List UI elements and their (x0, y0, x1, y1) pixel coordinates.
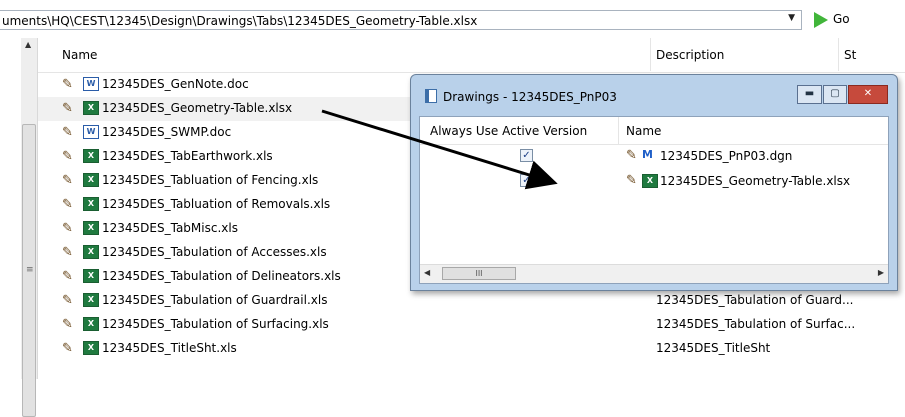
file-name: 12345DES_Tabulation of Surfacing.xls (102, 317, 329, 331)
file-name: 12345DES_Tabluation of Fencing.xls (102, 173, 319, 187)
pencil-icon: ✎ (62, 245, 73, 260)
excel-file-icon: X (83, 149, 99, 163)
file-name: 12345DES_Geometry-Table.xlsx (102, 101, 293, 115)
excel-file-icon: X (83, 317, 99, 331)
dialog-window-icon (425, 89, 437, 103)
scroll-grip-icon: ≡ (26, 265, 34, 275)
excel-file-icon: X (83, 269, 99, 283)
maximize-button[interactable]: ▢ (823, 85, 847, 104)
pencil-icon: ✎ (62, 317, 73, 332)
file-description: 12345DES_TitleSht (656, 341, 771, 355)
address-path: uments\HQ\CEST\12345\Design\Drawings\Tab… (2, 14, 478, 28)
excel-file-icon: X (83, 293, 99, 307)
address-dropdown-icon[interactable]: ▼ (788, 13, 795, 23)
excel-file-icon: X (83, 221, 99, 235)
file-description: 12345DES_Tabulation of Surfac... (656, 317, 856, 331)
pencil-icon: ✎ (62, 341, 73, 356)
excel-file-icon: X (83, 173, 99, 187)
file-row[interactable]: ✎ X 12345DES_Tabulation of Guardrail.xls (38, 289, 598, 313)
excel-file-icon: X (83, 341, 99, 355)
column-divider[interactable] (838, 38, 839, 71)
pencil-icon: ✎ (62, 101, 73, 116)
column-header-name[interactable]: Name (626, 124, 661, 138)
dialog-list-header: Always Use Active Version Name (420, 117, 888, 145)
dialog-list: Always Use Active Version Name ✓ ✎ M 123… (419, 116, 889, 284)
pencil-icon: ✎ (62, 269, 73, 284)
file-name: 12345DES_Tabulation of Guardrail.xls (102, 293, 328, 307)
dialog-title: Drawings - 12345DES_PnP03 (443, 90, 617, 104)
drawings-dialog: Drawings - 12345DES_PnP03 ▬ ▢ ✕ Always U… (410, 74, 898, 291)
file-name: 12345DES_GenNote.doc (102, 77, 249, 91)
active-version-checkbox[interactable]: ✓ (520, 149, 533, 162)
go-button[interactable]: Go (806, 9, 864, 31)
pencil-icon: ✎ (62, 197, 73, 212)
active-version-checkbox[interactable]: ✓ (520, 174, 533, 187)
column-header-status[interactable]: St (844, 48, 856, 62)
address-bar-row: uments\HQ\CEST\12345\Design\Drawings\Tab… (0, 0, 905, 38)
scroll-thumb[interactable]: III (442, 267, 516, 280)
pencil-icon: ✎ (62, 125, 73, 140)
pencil-icon: ✎ (62, 293, 73, 308)
excel-file-icon: X (83, 101, 99, 115)
word-file-icon: W (83, 125, 99, 139)
file-description: 12345DES_Tabulation of Guard... (656, 293, 854, 307)
scroll-thumb[interactable]: ≡ (22, 124, 36, 417)
file-name: 12345DES_TabEarthwork.xls (102, 149, 273, 163)
pencil-icon: ✎ (626, 148, 637, 163)
microstation-dgn-icon: M (642, 148, 653, 161)
file-name: 12345DES_TabMisc.xls (102, 221, 238, 235)
go-arrow-icon (814, 12, 828, 28)
pencil-icon: ✎ (62, 221, 73, 236)
file-name: 12345DES_Tabulation of Delineators.xls (102, 269, 341, 283)
file-name: 12345DES_Tabulation of Accesses.xls (102, 245, 327, 259)
dialog-item-name[interactable]: 12345DES_PnP03.dgn (660, 149, 792, 163)
excel-file-icon: X (83, 197, 99, 211)
column-header-active-version[interactable]: Always Use Active Version (430, 124, 587, 138)
scroll-left-icon[interactable]: ◀ (424, 268, 430, 277)
pencil-icon: ✎ (626, 173, 637, 188)
go-label: Go (833, 12, 850, 26)
address-input[interactable]: uments\HQ\CEST\12345\Design\Drawings\Tab… (0, 10, 802, 30)
horizontal-scrollbar[interactable]: ◀ III ▶ (420, 264, 888, 283)
dialog-item-name[interactable]: 12345DES_Geometry-Table.xlsx (660, 174, 850, 188)
file-row[interactable]: ✎ X 12345DES_Tabulation of Surfacing.xls (38, 313, 598, 337)
pencil-icon: ✎ (62, 77, 73, 92)
column-divider[interactable] (650, 38, 651, 71)
minimize-button[interactable]: ▬ (797, 85, 822, 104)
excel-file-icon: X (83, 245, 99, 259)
file-name: 12345DES_Tabluation of Removals.xls (102, 197, 331, 211)
scroll-up-icon[interactable]: ▲ (25, 40, 31, 49)
column-header-description[interactable]: Description (656, 48, 724, 62)
close-button[interactable]: ✕ (848, 85, 888, 104)
column-divider[interactable] (618, 117, 619, 144)
word-file-icon: W (83, 77, 99, 91)
file-list-header: Name Description St (38, 38, 905, 73)
file-name: 12345DES_TitleSht.xls (102, 341, 237, 355)
file-name: 12345DES_SWMP.doc (102, 125, 232, 139)
file-row[interactable]: ✎ X 12345DES_TitleSht.xls (38, 337, 598, 361)
excel-file-icon: X (642, 174, 658, 188)
column-header-name[interactable]: Name (62, 48, 97, 62)
pencil-icon: ✎ (62, 173, 73, 188)
vertical-scrollbar[interactable]: ▲ ≡ (21, 38, 38, 417)
pencil-icon: ✎ (62, 149, 73, 164)
scroll-right-icon[interactable]: ▶ (878, 268, 884, 277)
